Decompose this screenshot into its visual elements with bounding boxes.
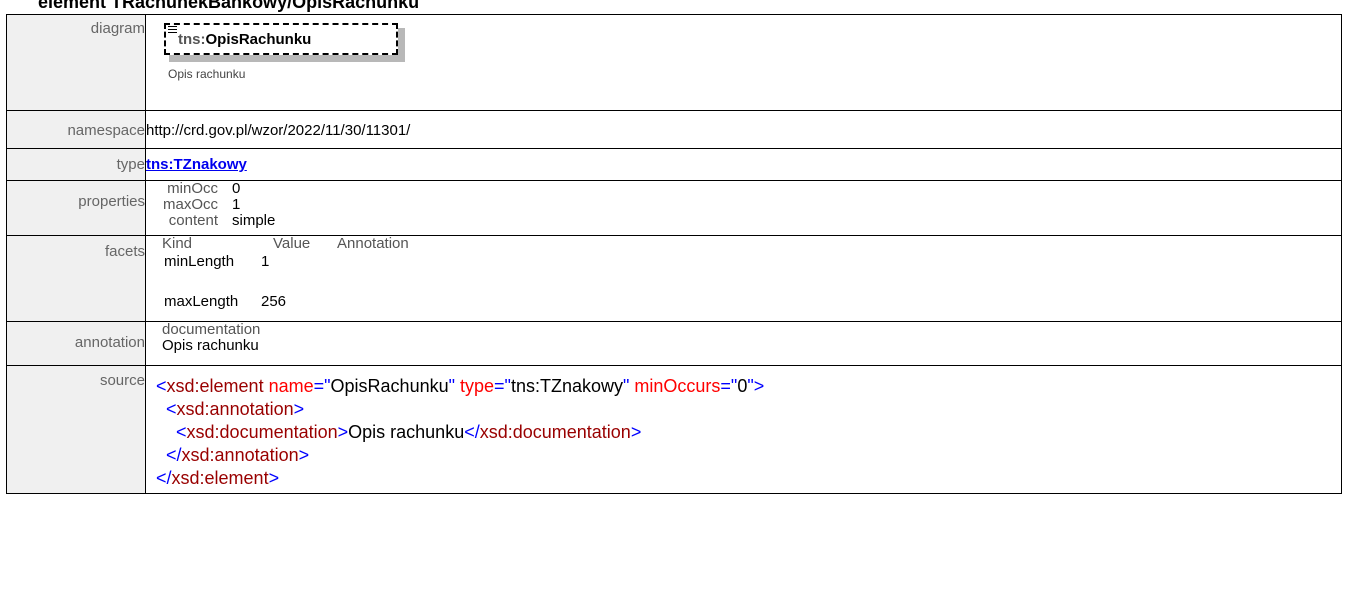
facets-header-value: Value (273, 235, 311, 252)
diagram-prefix: tns: (178, 31, 206, 48)
property-key: minOcc (167, 180, 218, 197)
source-cell: <xsd:element name="OpisRachunku" type="t… (145, 365, 1342, 494)
annotation-text: Opis rachunku (162, 337, 259, 354)
diagram-label: diagram (6, 14, 146, 111)
facet-value: 256 (261, 293, 287, 310)
facet-kind: maxLength (164, 293, 239, 310)
property-value: 0 (232, 180, 241, 197)
diagram-element-name: tns:OpisRachunku (178, 31, 311, 48)
annotation-label: annotation (6, 321, 146, 366)
diagram-row: diagram tns:OpisRachunku Opis rachunku (6, 14, 1342, 111)
diagram-caption: Opis rachunku (168, 67, 246, 81)
element-doc-table: diagram tns:OpisRachunku Opis rachunku n… (6, 14, 1342, 494)
type-row: type tns:TZnakowy (6, 148, 1342, 181)
element-diagram[interactable]: tns:OpisRachunku (164, 23, 405, 63)
type-label: type (6, 148, 146, 181)
facets-cell: Kind Value Annotation minLength 1 maxLen… (145, 235, 1342, 322)
namespace-value: http://crd.gov.pl/wzor/2022/11/30/11301/ (145, 110, 1342, 149)
source-line: </xsd:element> (156, 468, 280, 488)
facet-kind: minLength (164, 253, 235, 270)
diagram-name: OpisRachunku (205, 31, 312, 48)
property-value: 1 (232, 196, 241, 213)
facets-row: facets Kind Value Annotation minLength 1… (6, 235, 1342, 322)
properties-cell: minOcc 0 maxOcc 1 content simple (145, 180, 1342, 236)
source-line: <xsd:documentation>Opis rachunku</xsd:do… (176, 422, 642, 442)
diagram-element-box[interactable]: tns:OpisRachunku (164, 23, 398, 55)
diagram-cell: tns:OpisRachunku Opis rachunku (145, 14, 1342, 111)
properties-label: properties (6, 180, 146, 236)
facets-label: facets (6, 235, 146, 322)
facet-value: 1 (261, 253, 270, 270)
facets-header-annotation: Annotation (337, 235, 409, 252)
source-label: source (6, 365, 146, 494)
element-lines-icon (168, 26, 177, 35)
annotation-row: annotation documentation Opis rachunku (6, 321, 1342, 366)
property-value: simple (232, 212, 276, 229)
source-line: <xsd:element name="OpisRachunku" type="t… (156, 376, 765, 396)
namespace-row: namespace http://crd.gov.pl/wzor/2022/11… (6, 110, 1342, 149)
properties-grid: minOcc 0 maxOcc 1 content simple (161, 181, 1341, 229)
source-row: source <xsd:element name="OpisRachunku" … (6, 365, 1342, 494)
property-key: maxOcc (162, 196, 218, 213)
annotation-cell: documentation Opis rachunku (145, 321, 1342, 366)
facets-header: Kind Value Annotation (162, 236, 1341, 252)
page-heading: element TRachunekBankowy/OpisRachunku (38, 0, 420, 12)
properties-row: properties minOcc 0 maxOcc 1 content sim… (6, 180, 1342, 236)
source-code: <xsd:element name="OpisRachunku" type="t… (156, 375, 1341, 490)
facet-row: maxLength 256 (164, 293, 1341, 319)
type-cell: tns:TZnakowy (145, 148, 1342, 181)
source-line: </xsd:annotation> (166, 445, 310, 465)
type-link[interactable]: tns:TZnakowy (146, 156, 247, 173)
property-key: content (168, 212, 218, 229)
facets-header-kind: Kind (162, 235, 193, 252)
source-line: <xsd:annotation> (166, 399, 305, 419)
namespace-label: namespace (6, 110, 146, 149)
annotation-title: documentation (162, 321, 261, 338)
facet-row: minLength 1 (164, 253, 1341, 293)
